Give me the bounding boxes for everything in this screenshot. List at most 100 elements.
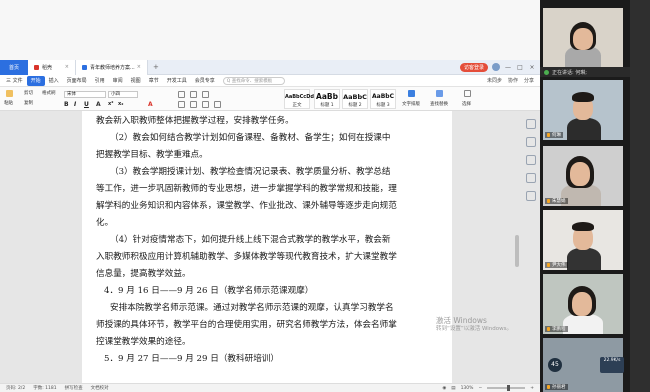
bold-button[interactable]: B [64,101,69,108]
menu-insert[interactable]: 插入 [45,76,63,86]
menu-developer[interactable]: 开发工具 [163,76,191,86]
mic-icon [547,133,550,137]
maximize-button[interactable]: □ [516,64,524,71]
page-count[interactable]: 页码: 2/2 [6,385,25,391]
style-heading-3-label: 标题 3 [376,103,390,108]
doc-line-3: 把握教学目标、教学重难点。 [96,150,208,160]
page-view-icon[interactable]: ▤ [451,386,455,391]
text-layout-icon[interactable] [408,90,415,97]
indent-icon[interactable] [202,91,209,98]
subscript-button[interactable]: x₂ [118,101,123,107]
numbered-list-icon[interactable] [190,91,197,98]
minimize-button[interactable]: — [504,64,512,71]
menu-view[interactable]: 视图 [127,76,145,86]
daoke-icon [34,64,39,70]
word-count[interactable]: 字数: 1181 [33,385,56,391]
sync-status[interactable]: 未同步 [487,77,502,84]
format-painter-button[interactable]: 格式刷 [42,90,56,96]
close-icon[interactable]: × [65,64,69,70]
doc-line-10: 信息量，提高教学效益。 [96,269,191,279]
menu-references[interactable]: 引用 [91,76,109,86]
align-center-icon[interactable] [190,101,197,108]
zoom-level[interactable]: 130% [461,386,474,391]
style-heading-3-preview: AaBbC [372,93,394,100]
login-button[interactable]: 访客登录 [459,62,488,72]
close-icon[interactable]: × [137,64,141,70]
participant-video-4[interactable]: 尹大伟 [543,210,623,270]
italic-button[interactable]: I [74,101,76,108]
style-heading-1[interactable]: AaBb 标题 1 [314,89,340,109]
copy-button[interactable]: 复制 [24,100,33,106]
paste-button[interactable]: 粘贴 [4,100,13,106]
tab-daoke[interactable]: 稻壳 × [28,59,76,75]
timer-badge: 45 [548,358,562,372]
participant-name-tag: 朱慧娟 [545,198,568,204]
participant-hair [572,222,594,231]
doc-line-5: 等工作，进一步巩固新教师的专业思想，进一步掌握学科的教学常规和技能，理 [96,184,397,194]
cut-button[interactable]: 剪切 [24,90,33,96]
participant-video-3[interactable]: 朱慧娟 [543,146,623,206]
text-layout-button[interactable]: 文字排版 [402,101,420,107]
style-heading-2[interactable]: AaBbC 标题 2 [342,89,368,109]
style-heading-1-preview: AaBb [316,92,338,101]
file-menu[interactable]: 三 文件 [2,76,27,86]
menu-start[interactable]: 开始 [26,75,45,86]
font-size-select[interactable]: 小四 [108,91,138,98]
tools-icon[interactable] [526,173,536,183]
document-proofread[interactable]: 文档校对 [91,385,109,391]
mic-icon [547,263,550,267]
find-replace-icon[interactable] [436,90,443,97]
command-search-input[interactable]: Q 查找命令、搜索模板 [222,76,285,85]
menu-member[interactable]: 会员专享 [191,76,219,86]
doc-heading-4: 4．9 月 16 日——9 月 26 日（教学名师示范课观摩） [104,286,314,296]
menu-bar: 三 文件 开始 插入 页面布局 引用 审阅 视图 章节 开发工具 会员专享 Q … [0,75,540,87]
participant-video-5[interactable]: 李鹏程 [543,274,623,334]
vertical-scrollbar[interactable] [514,115,520,377]
select-icon[interactable] [464,90,471,97]
menu-chapter[interactable]: 章节 [145,76,163,86]
zoom-slider-knob[interactable] [507,385,511,391]
font-color-button[interactable]: A [148,101,153,108]
translate-icon[interactable] [526,191,536,201]
select-button[interactable]: 选择 [462,101,471,107]
transform-icon[interactable] [526,137,536,147]
document-page[interactable]: 教会新入职教师整体把握教学过程，安排教学任务。 （2）教会如何结合教学计划如何备… [82,111,452,383]
menu-layout[interactable]: 页面布局 [63,76,91,86]
paste-icon[interactable] [6,90,13,97]
spell-check[interactable]: 拼写检查 [65,385,83,391]
share-button[interactable]: 分享 [524,77,534,84]
right-tool-strip [524,119,538,209]
line-spacing-icon[interactable] [214,101,221,108]
bullet-list-icon[interactable] [178,91,185,98]
align-right-icon[interactable] [202,101,209,108]
style-heading-2-preview: AaBbC [343,93,367,101]
participant-video-2[interactable]: 何琳 [543,80,623,140]
eye-icon[interactable]: ◉ [442,386,446,391]
scrollbar-thumb[interactable] [515,235,519,267]
doc-line-12: 安排本院教学名师示范课。通过对教学名师示范课的观摩，认真学习教学名 [110,303,394,313]
zoom-in-button[interactable]: + [530,386,534,391]
superscript-button[interactable]: x² [108,101,113,107]
style-heading-3[interactable]: AaBbC 标题 3 [370,89,396,109]
pen-icon[interactable] [526,155,536,165]
select-cursor-icon[interactable] [526,119,536,129]
find-replace-button[interactable]: 查找替换 [430,101,448,107]
menu-review[interactable]: 审阅 [109,76,127,86]
zoom-slider[interactable] [487,385,526,391]
participant-body [563,314,603,334]
font-family-select[interactable]: 宋体 [64,91,106,98]
underline-button[interactable]: U [84,101,89,108]
style-normal[interactable]: AaBbCcDd 正文 [284,89,314,109]
tab-document[interactable]: 青年教师培养方案... × [76,59,148,75]
participant-name: 朱慧娟 [552,199,566,204]
new-tab-button[interactable]: + [148,63,164,71]
collaborate-button[interactable]: 协作 [508,77,518,84]
zoom-out-button[interactable]: − [478,386,482,391]
participant-video-1[interactable] [543,8,623,68]
doc-line-2: （2）教会如何结合教学计划如何备课程、备教材、备学生；如何在授课中 [110,133,391,143]
avatar[interactable] [492,63,500,71]
close-window-button[interactable]: × [528,64,536,71]
font-effect-button[interactable]: A [96,101,101,108]
tab-home[interactable]: 首页 [0,59,28,75]
align-left-icon[interactable] [178,101,185,108]
